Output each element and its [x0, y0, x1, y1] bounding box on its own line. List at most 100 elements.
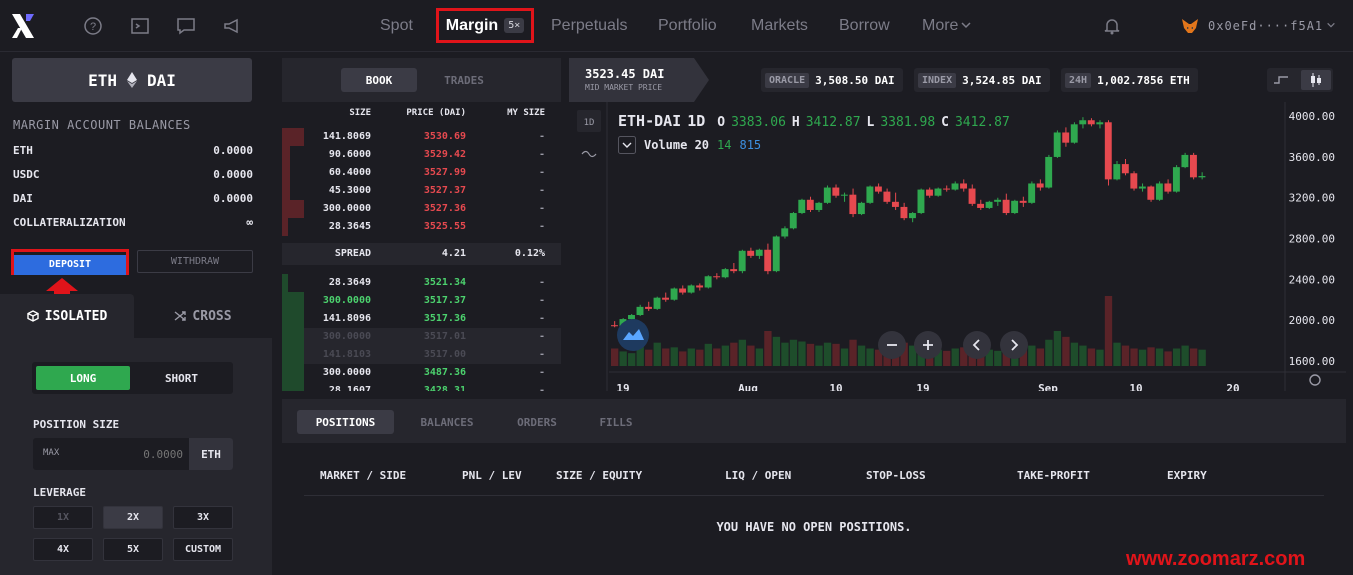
tab-fills[interactable]: FILLS [588, 410, 644, 434]
candle-body[interactable] [883, 191, 891, 202]
tab-book[interactable]: BOOK [341, 68, 417, 92]
candle-chart-button[interactable] [1301, 70, 1331, 90]
candle-body[interactable] [798, 199, 806, 214]
bid-row[interactable]: 300.0000 3517.37 - [282, 292, 561, 310]
candle-body[interactable] [713, 276, 721, 278]
candle-body[interactable] [891, 201, 899, 207]
candle-body[interactable] [755, 249, 763, 256]
nav-markets[interactable]: Markets [751, 17, 808, 35]
dydx-logo-icon[interactable] [10, 12, 36, 40]
ask-row[interactable]: 28.3645 3525.55 - [282, 218, 561, 236]
withdraw-button[interactable]: WITHDRAW [137, 250, 253, 273]
leverage-5x[interactable]: 5X [103, 538, 163, 561]
candle-body[interactable] [1113, 164, 1121, 180]
ask-row[interactable]: 300.0000 3527.36 - [282, 200, 561, 218]
candle-body[interactable] [730, 269, 738, 272]
candle-body[interactable] [1155, 183, 1163, 200]
candle-body[interactable] [977, 203, 985, 208]
candle-body[interactable] [1045, 156, 1053, 188]
candle-body[interactable] [738, 250, 746, 272]
candle-body[interactable] [611, 325, 618, 327]
long-button[interactable]: LONG [36, 366, 130, 390]
tab-positions[interactable]: POSITIONS [297, 410, 394, 434]
candle-body[interactable] [789, 213, 797, 229]
nav-portfolio[interactable]: Portfolio [658, 17, 717, 35]
candle-body[interactable] [1002, 199, 1010, 214]
candle-body[interactable] [653, 297, 661, 309]
short-button[interactable]: SHORT [134, 366, 229, 390]
scroll-right-button[interactable] [1000, 331, 1028, 359]
candle-body[interactable] [764, 249, 772, 272]
bid-row[interactable]: 28.1607 3428.31 - [282, 382, 561, 391]
candle-body[interactable] [1011, 200, 1019, 214]
line-chart-icon[interactable] [1273, 73, 1289, 87]
candle-body[interactable] [628, 315, 635, 320]
position-size-input[interactable] [83, 444, 183, 464]
candle-body[interactable] [1104, 122, 1112, 180]
ask-row[interactable]: 90.6000 3529.42 - [282, 146, 561, 164]
bid-row[interactable]: 141.8096 3517.36 - [282, 310, 561, 328]
candle-body[interactable] [874, 186, 882, 192]
tab-balances[interactable]: BALANCES [406, 410, 488, 434]
candle-body[interactable] [985, 201, 993, 208]
candle-body[interactable] [679, 288, 687, 293]
candle-body[interactable] [823, 187, 831, 203]
nav-perpetuals[interactable]: Perpetuals [551, 17, 628, 35]
candle-body[interactable] [968, 188, 976, 204]
tab-orders[interactable]: ORDERS [502, 410, 572, 434]
size-unit-selector[interactable]: ETH [189, 438, 233, 470]
leverage-2x[interactable]: 2X [103, 506, 163, 529]
tab-cross[interactable]: CROSS [134, 294, 272, 338]
candle-body[interactable] [747, 250, 755, 256]
candle-body[interactable] [934, 188, 942, 196]
leverage-1x[interactable]: 1X [33, 506, 93, 529]
nav-more[interactable]: More [922, 17, 958, 35]
candle-body[interactable] [1079, 120, 1087, 125]
bid-row[interactable]: 300.0000 3517.01 - [282, 328, 561, 346]
wallet-chevron-down-icon[interactable] [1326, 20, 1336, 30]
candle-body[interactable] [704, 276, 712, 288]
candle-body[interactable] [1053, 132, 1061, 157]
candle-body[interactable] [1036, 183, 1044, 188]
candle-body[interactable] [960, 183, 967, 189]
candle-body[interactable] [645, 306, 652, 309]
nav-spot[interactable]: Spot [380, 17, 413, 35]
candle-body[interactable] [1172, 167, 1180, 192]
deposit-button[interactable]: DEPOSIT [14, 254, 126, 275]
chat-icon[interactable] [176, 16, 196, 36]
candle-body[interactable] [1189, 154, 1197, 178]
candle-body[interactable] [781, 228, 789, 237]
collapse-chevron-icon[interactable] [618, 136, 636, 154]
terminal-icon[interactable] [130, 16, 150, 36]
candle-body[interactable] [926, 189, 933, 196]
leverage-custom[interactable]: CUSTOM [173, 538, 233, 561]
nav-margin[interactable]: Margin 5× [436, 8, 534, 43]
candle-body[interactable] [772, 236, 780, 272]
candle-body[interactable] [1198, 176, 1206, 178]
megaphone-icon[interactable] [222, 16, 242, 36]
candle-body[interactable] [687, 285, 695, 293]
candle-body[interactable] [1138, 186, 1146, 189]
candle-body[interactable] [670, 288, 678, 300]
candle-body[interactable] [943, 188, 950, 190]
ask-row[interactable]: 141.8069 3530.69 - [282, 128, 561, 146]
candle-body[interactable] [1181, 154, 1189, 168]
candle-body[interactable] [1096, 122, 1104, 125]
candle-body[interactable] [1121, 164, 1129, 174]
candle-body[interactable] [1070, 124, 1078, 143]
candle-body[interactable] [857, 202, 865, 215]
candle-body[interactable] [866, 186, 874, 203]
max-button[interactable]: MAX [43, 448, 59, 458]
candle-body[interactable] [696, 285, 704, 288]
leverage-4x[interactable]: 4X [33, 538, 93, 561]
candle-body[interactable] [832, 187, 840, 196]
candle-body[interactable] [917, 189, 925, 214]
candle-body[interactable] [1164, 183, 1172, 192]
bid-row[interactable]: 300.0000 3487.36 - [282, 364, 561, 382]
nav-borrow[interactable]: Borrow [839, 17, 890, 35]
candle-body[interactable] [662, 297, 669, 300]
candle-body[interactable] [1087, 120, 1095, 125]
ask-row[interactable]: 45.3000 3527.37 - [282, 182, 561, 200]
ask-row[interactable]: 60.4000 3527.99 - [282, 164, 561, 182]
candle-body[interactable] [806, 199, 814, 210]
